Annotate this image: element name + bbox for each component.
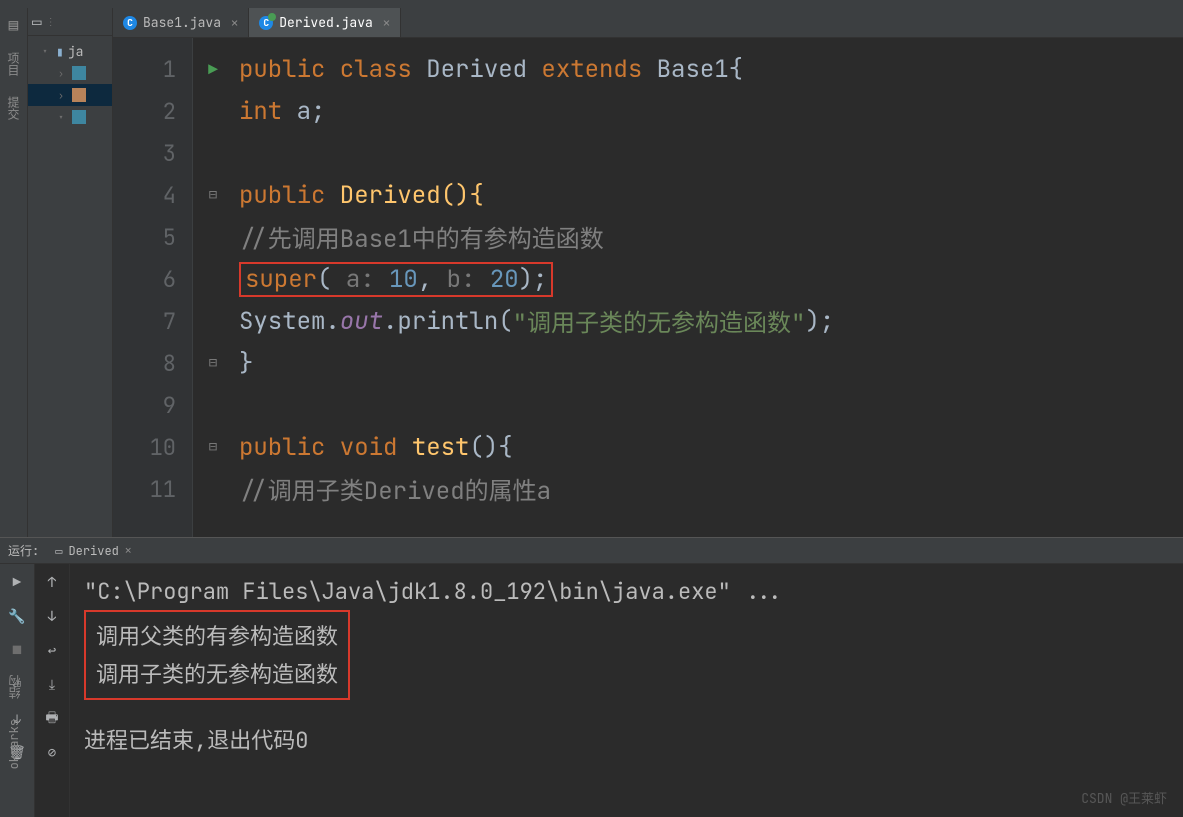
clear-icon[interactable]: ⊘	[41, 742, 63, 764]
chevron-right-icon[interactable]: ›	[58, 89, 68, 102]
editor-body[interactable]: 1 2 3 4 5 6 7 8 9 10 11 ▶ ⊟ ⊟	[113, 38, 1183, 537]
soft-wrap-icon[interactable]: ↩	[41, 640, 63, 662]
up-arrow-icon[interactable]: ↑	[41, 572, 63, 594]
tab-label: Derived.java	[279, 14, 373, 31]
line-number[interactable]: 11	[113, 468, 192, 510]
console-output[interactable]: "C:\Program Files\Java\jdk1.8.0_192\bin\…	[70, 564, 1183, 817]
code-line: System.out.println("调用子类的无参构造函数");	[239, 300, 1183, 342]
run-label: 运行:	[8, 542, 39, 559]
main-split: ▤ 项目 提交 ▭ ⋮ ▾ ▮ ja › › ▾	[0, 8, 1183, 537]
project-selector-icon[interactable]: ▭	[32, 11, 42, 32]
line-number[interactable]: 5	[113, 216, 192, 258]
wrench-icon[interactable]: 🔧	[6, 606, 28, 628]
tree-node[interactable]: ›	[28, 84, 112, 106]
console-command: "C:\Program Files\Java\jdk1.8.0_192\bin\…	[84, 572, 1169, 610]
run-tool-window: 运行: ▭ Derived ✕ ▶ 🔧 ■ ⏎ ⫝ 🗑 ↑ ↓ ↩ ⤓ 🖶 ⊘ …	[0, 537, 1183, 817]
layout-icon[interactable]: ▤	[6, 16, 22, 32]
fold-icon[interactable]: ⊟	[209, 438, 217, 456]
code-line: //先调用Base1中的有参构造函数	[239, 216, 1183, 258]
line-number-gutter: 1 2 3 4 5 6 7 8 9 10 11	[113, 38, 193, 537]
console-line: 调用父类的有参构造函数	[96, 616, 338, 654]
line-number[interactable]: 8	[113, 342, 192, 384]
drag-handle-icon[interactable]: ⋮	[46, 15, 56, 28]
code-line: public void test(){	[239, 426, 1183, 468]
output-highlight-box: 调用父类的有参构造函数 调用子类的无参构造函数	[84, 610, 350, 700]
editor-tabs: C Base1.java ✕ C Derived.java ✕	[113, 8, 1183, 38]
rail-project[interactable]: 项目	[5, 52, 22, 76]
bottom-left-rail: okmarks 结构	[0, 675, 28, 777]
scroll-end-icon[interactable]: ⤓	[41, 674, 63, 696]
run-toolbar-secondary: ↑ ↓ ↩ ⤓ 🖶 ⊘	[35, 564, 70, 817]
close-icon[interactable]: ✕	[383, 15, 390, 31]
class-file-icon: C	[123, 16, 137, 30]
line-number[interactable]: 3	[113, 132, 192, 174]
fold-icon[interactable]: ⊟	[209, 186, 217, 204]
rail-bookmarks[interactable]: okmarks	[6, 719, 22, 769]
rerun-button[interactable]: ▶	[6, 572, 28, 594]
code-line: super( a: 10, b: 20);	[239, 258, 1183, 300]
line-number[interactable]: 1	[113, 48, 192, 90]
close-icon[interactable]: ✕	[231, 15, 238, 31]
run-window-icon: ▭	[55, 543, 62, 559]
stop-button[interactable]: ■	[6, 640, 28, 662]
print-icon[interactable]: 🖶	[41, 708, 63, 730]
fold-end-icon[interactable]: ⊟	[209, 354, 217, 372]
tab-derived[interactable]: C Derived.java ✕	[249, 8, 401, 37]
chevron-right-icon[interactable]: ›	[58, 67, 68, 80]
console-line: 调用子类的无参构造函数	[96, 654, 338, 692]
class-file-icon: C	[259, 16, 273, 30]
highlight-box: super( a: 10, b: 20);	[239, 262, 553, 297]
left-tool-rail: ▤ 项目 提交	[0, 8, 28, 537]
project-tool-window: ▭ ⋮ ▾ ▮ ja › › ▾	[28, 8, 113, 537]
folder-icon: ▮	[56, 43, 64, 60]
line-number[interactable]: 2	[113, 90, 192, 132]
run-config-tab[interactable]: ▭ Derived ✕	[47, 538, 139, 563]
down-arrow-icon[interactable]: ↓	[41, 606, 63, 628]
folder-icon	[72, 66, 86, 80]
tree-node[interactable]: ›	[28, 62, 112, 84]
folder-icon	[72, 88, 86, 102]
project-tree: ▾ ▮ ja › › ▾	[28, 36, 112, 132]
folder-icon	[72, 110, 86, 124]
code-content[interactable]: public class Derived extends Base1{ int …	[233, 38, 1183, 537]
close-icon[interactable]: ✕	[125, 544, 132, 558]
code-line: public class Derived extends Base1{	[239, 48, 1183, 90]
line-number[interactable]: 4	[113, 174, 192, 216]
code-line: }	[239, 342, 1183, 384]
tree-root[interactable]: ▾ ▮ ja	[28, 40, 112, 62]
gutter-icons: ▶ ⊟ ⊟ ⊟	[193, 38, 233, 537]
line-number[interactable]: 6	[113, 258, 192, 300]
code-line	[239, 132, 1183, 174]
tree-node[interactable]: ▾	[28, 106, 112, 128]
chevron-down-icon[interactable]: ▾	[58, 111, 68, 124]
run-gutter-icon[interactable]: ▶	[208, 59, 218, 80]
line-number[interactable]: 10	[113, 426, 192, 468]
editor-area: C Base1.java ✕ C Derived.java ✕ 1 2 3 4 …	[113, 8, 1183, 537]
code-line: int a;	[239, 90, 1183, 132]
tab-label: Base1.java	[143, 14, 221, 31]
run-body: ▶ 🔧 ■ ⏎ ⫝ 🗑 ↑ ↓ ↩ ⤓ 🖶 ⊘ "C:\Program File…	[0, 564, 1183, 817]
chevron-down-icon[interactable]: ▾	[42, 45, 52, 58]
console-exit: 进程已结束,退出代码0	[84, 720, 1169, 758]
rail-commit[interactable]: 提交	[5, 96, 22, 120]
code-line: //调用子类Derived的属性a	[239, 468, 1183, 510]
console-line	[84, 700, 1169, 720]
rail-structure[interactable]: 结构	[6, 675, 23, 699]
run-tab-label: Derived	[68, 543, 118, 559]
tree-label: ja	[68, 43, 84, 60]
line-number[interactable]: 7	[113, 300, 192, 342]
code-line	[239, 384, 1183, 426]
project-header: ▭ ⋮	[28, 8, 112, 36]
code-line: public Derived(){	[239, 174, 1183, 216]
run-header: 运行: ▭ Derived ✕	[0, 538, 1183, 564]
tab-base1[interactable]: C Base1.java ✕	[113, 8, 249, 37]
title-bar-strip	[0, 0, 1183, 8]
line-number[interactable]: 9	[113, 384, 192, 426]
watermark: CSDN @王莱虾	[1081, 788, 1167, 807]
